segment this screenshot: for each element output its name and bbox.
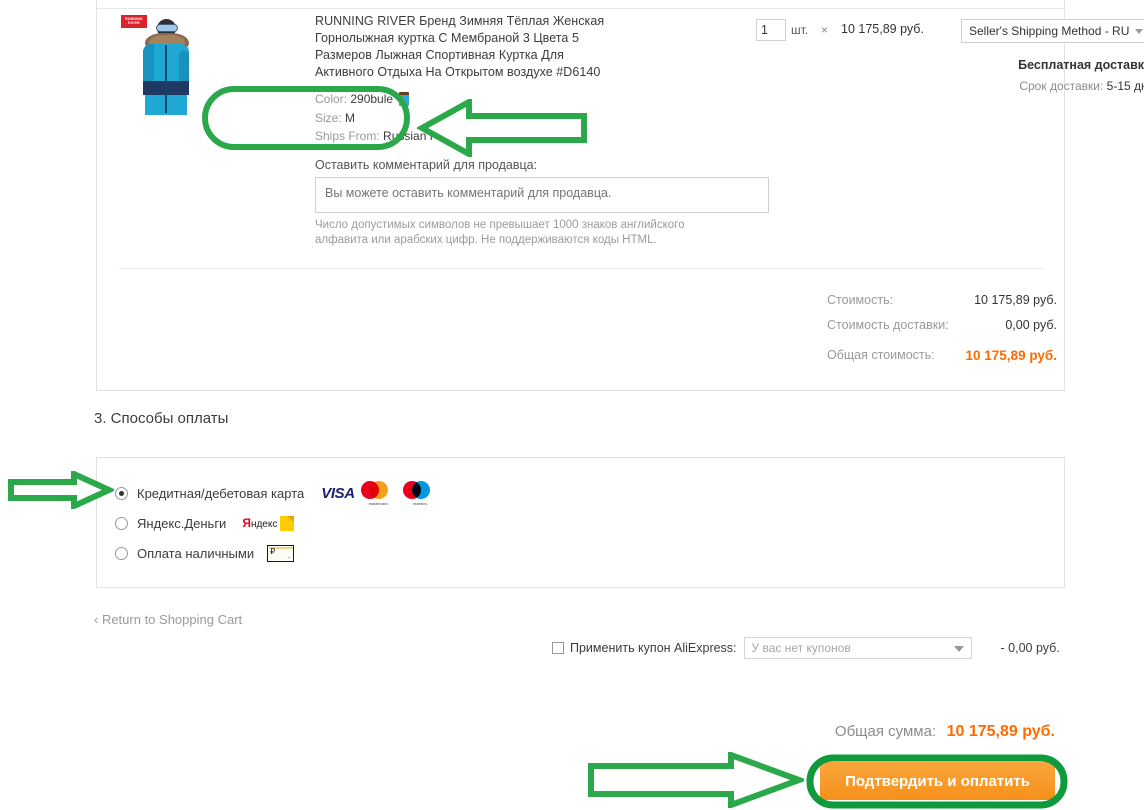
attribute-color-value: 290bule <box>350 92 394 106</box>
ruble-glyph: ₽ <box>270 546 276 556</box>
multiply-sign: × <box>821 23 829 37</box>
ski-goggles-icon <box>156 24 178 32</box>
order-totals: Стоимость: 10 175,89 руб. Стоимость дост… <box>717 288 1057 368</box>
grand-total-row: Общая сумма: 10 175,89 руб. <box>700 723 1055 741</box>
total-row-shipping: Стоимость доставки: 0,00 руб. <box>717 313 1057 338</box>
delivery-time: Срок доставки: 5-15 дн. <box>941 79 1144 93</box>
return-to-cart-link[interactable]: ‹ Return to Shopping Cart <box>94 612 242 627</box>
payment-methods-panel: Кредитная/дебетовая карта VISA mastercar… <box>96 457 1065 588</box>
attribute-size-value: M <box>345 110 356 125</box>
payment-option-yandex-label: Яндекс.Деньги <box>137 515 227 531</box>
panel-top-divider <box>97 8 1066 9</box>
color-swatch-icon <box>399 92 410 106</box>
visa-icon: VISA <box>321 484 355 502</box>
seller-comment-input[interactable] <box>315 177 769 213</box>
coupon-row: Применить купон AliExpress: У вас нет ку… <box>552 637 1060 659</box>
product-image: RUNNING RIVER <box>119 11 201 115</box>
payment-option-cash-label: Оплата наличными <box>137 545 255 561</box>
product-attributes: Color: 290bule Size: M Ships From: Russi… <box>315 90 488 146</box>
total-shipping-value: 0,00 руб. <box>1005 318 1057 332</box>
payment-option-cash[interactable]: Оплата наличными ₽ . <box>115 542 295 564</box>
chevron-down-icon <box>953 646 964 652</box>
payment-option-yandex[interactable]: Яндекс.Деньги Яндекс <box>115 512 295 534</box>
totals-divider <box>119 268 1044 269</box>
brand-logo-badge: RUNNING RIVER <box>121 15 147 28</box>
attribute-ships-from-key: Ships From: <box>315 129 380 143</box>
jacket-zipper-icon <box>165 45 167 113</box>
attribute-color: Color: 290bule <box>315 90 485 109</box>
payment-option-card-label: Кредитная/дебетовая карта <box>137 485 305 501</box>
seller-comment-hint: Число допустимых символов не превышает 1… <box>315 219 685 246</box>
coupon-select-value: У вас нет купонов <box>751 641 851 655</box>
coupon-checkbox[interactable] <box>552 642 564 654</box>
coupon-discount-amount: - 0,00 руб. <box>1000 641 1060 655</box>
radio-yandex-icon[interactable] <box>115 516 128 530</box>
paybtn-arrow-right <box>586 752 804 808</box>
free-shipping-label: Бесплатная доставка <box>1018 58 1144 72</box>
product-thumbnail[interactable]: RUNNING RIVER <box>119 11 201 115</box>
total-row-grand: Общая стоимость: 10 175,89 руб. <box>717 343 1057 368</box>
card-logos: VISA mastercard. maestro. <box>321 480 438 506</box>
delivery-time-value: 5-15 дн. <box>1106 79 1144 93</box>
attribute-size: Size: M <box>315 109 485 128</box>
yandex-wordmark-icon: Яндекс <box>242 516 278 530</box>
attribute-ships-from-value: Russian Federation <box>383 129 488 143</box>
radio-cash-icon[interactable] <box>115 546 128 560</box>
payment-option-card[interactable]: Кредитная/дебетовая карта VISA mastercar… <box>115 480 439 506</box>
grand-total-label: Общая сумма: <box>834 723 937 740</box>
radio-card-icon[interactable] <box>115 486 128 500</box>
total-subtotal-value: 10 175,89 руб. <box>974 293 1057 307</box>
delivery-time-label: Срок доставки: <box>1019 79 1104 93</box>
quantity-unit-label: шт. <box>791 23 809 37</box>
total-row-subtotal: Стоимость: 10 175,89 руб. <box>717 288 1057 313</box>
maestro-icon: maestro. <box>402 480 439 506</box>
total-grand-value: 10 175,89 руб. <box>965 348 1057 363</box>
shipping-method-select[interactable]: Seller's Shipping Method - RU <box>961 19 1144 43</box>
chevron-down-icon <box>1135 29 1143 34</box>
quantity-input[interactable] <box>756 19 786 41</box>
coupon-label: Применить купон AliExpress: <box>570 641 737 655</box>
unit-price: 10 175,89 руб. <box>841 22 924 36</box>
mastercard-icon: mastercard. <box>360 480 397 506</box>
total-shipping-label: Стоимость доставки: <box>827 318 949 332</box>
yandex-money-logo: Яндекс <box>242 515 295 531</box>
attribute-ships-from: Ships From: Russian Federation <box>315 127 488 146</box>
confirm-and-pay-button[interactable]: Подтвердить и оплатить <box>820 762 1055 800</box>
yandex-wallet-icon <box>280 515 295 531</box>
grand-total-value: 10 175,89 руб. <box>946 723 1055 740</box>
attribute-size-key: Size: <box>315 110 342 125</box>
payment-section-title: 3. Способы оплаты <box>94 410 229 427</box>
banknote-icon: ₽ . <box>267 544 295 562</box>
total-grand-label: Общая стоимость: <box>827 348 935 362</box>
coupon-select[interactable]: У вас нет купонов <box>743 637 972 659</box>
seller-comment-label: Оставить комментарий для продавца: <box>315 158 538 172</box>
checkout-page: RUNNING RIVER RUNNING RIVER Бренд Зимняя… <box>0 0 1144 810</box>
product-title[interactable]: RUNNING RIVER Бренд Зимняя Тёплая Женска… <box>315 13 625 81</box>
total-subtotal-label: Стоимость: <box>827 293 894 307</box>
shipping-method-value: Seller's Shipping Method - RU <box>969 24 1130 38</box>
order-summary-panel: RUNNING RIVER RUNNING RIVER Бренд Зимняя… <box>96 0 1144 391</box>
attribute-color-key: Color: <box>315 92 348 106</box>
